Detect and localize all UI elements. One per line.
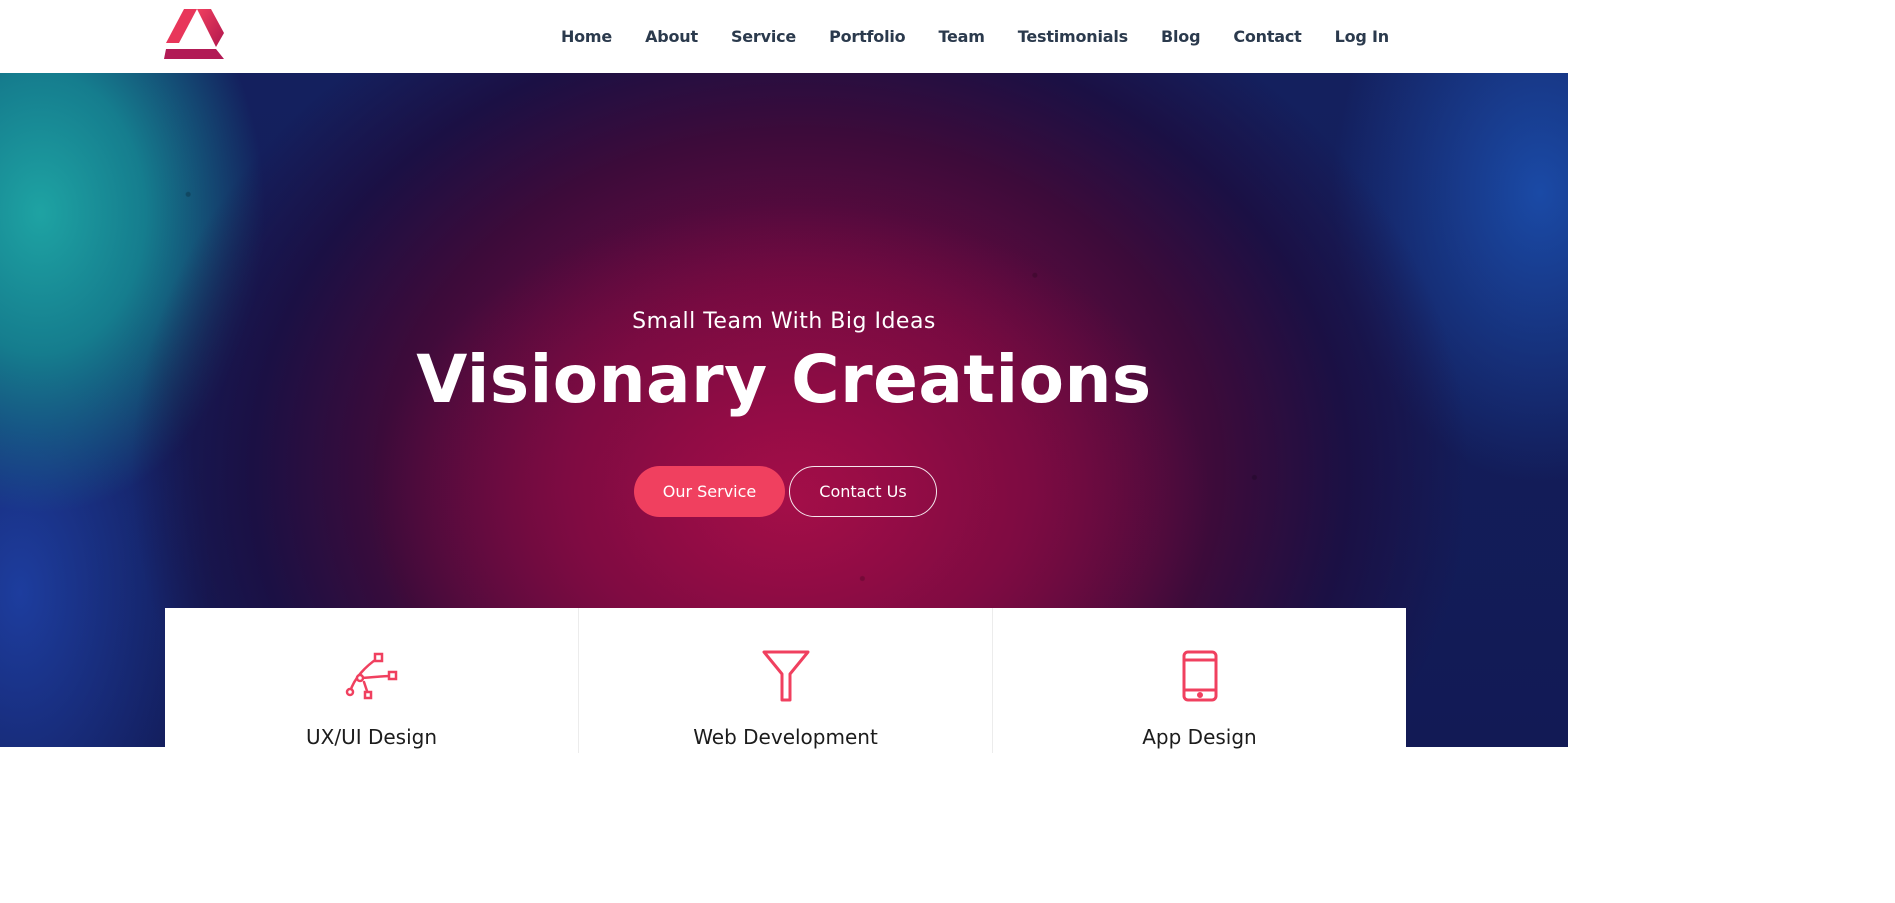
service-title-web-development: Web Development [693, 725, 878, 749]
nav-team-link[interactable]: Team [938, 27, 985, 46]
nav-contact-link[interactable]: Contact [1233, 27, 1302, 46]
nav-service-link[interactable]: Service [731, 27, 796, 46]
service-card-web-development[interactable]: Web Development [579, 608, 993, 753]
service-title-app-design: App Design [1142, 725, 1257, 749]
hero-title: Visionary Creations [416, 341, 1152, 418]
service-card-app-design[interactable]: App Design [993, 608, 1406, 753]
nav-login-link[interactable]: Log In [1335, 27, 1390, 46]
funnel-icon [762, 650, 809, 702]
main-nav: Home About Service Portfolio Team Testim… [561, 0, 1389, 73]
nav-home-link[interactable]: Home [561, 27, 612, 46]
our-service-button[interactable]: Our Service [634, 466, 785, 517]
nav-portfolio-link[interactable]: Portfolio [829, 27, 906, 46]
service-card-ux-ui[interactable]: UX/UI Design [165, 608, 579, 753]
contact-us-button[interactable]: Contact Us [789, 466, 937, 517]
nav-blog-link[interactable]: Blog [1161, 27, 1201, 46]
triangle-logo-icon[interactable] [164, 9, 226, 63]
service-title-ux-ui: UX/UI Design [305, 725, 438, 749]
top-navbar: Home About Service Portfolio Team Testim… [0, 0, 1568, 73]
nav-about-link[interactable]: About [645, 27, 698, 46]
hero-subtitle: Small Team With Big Ideas [632, 309, 936, 334]
services-cards: UX/UI Design Web Development App Design [165, 608, 1406, 753]
bezier-pen-icon [345, 652, 397, 700]
tablet-icon [1182, 650, 1217, 702]
nav-testimonials-link[interactable]: Testimonials [1018, 27, 1128, 46]
